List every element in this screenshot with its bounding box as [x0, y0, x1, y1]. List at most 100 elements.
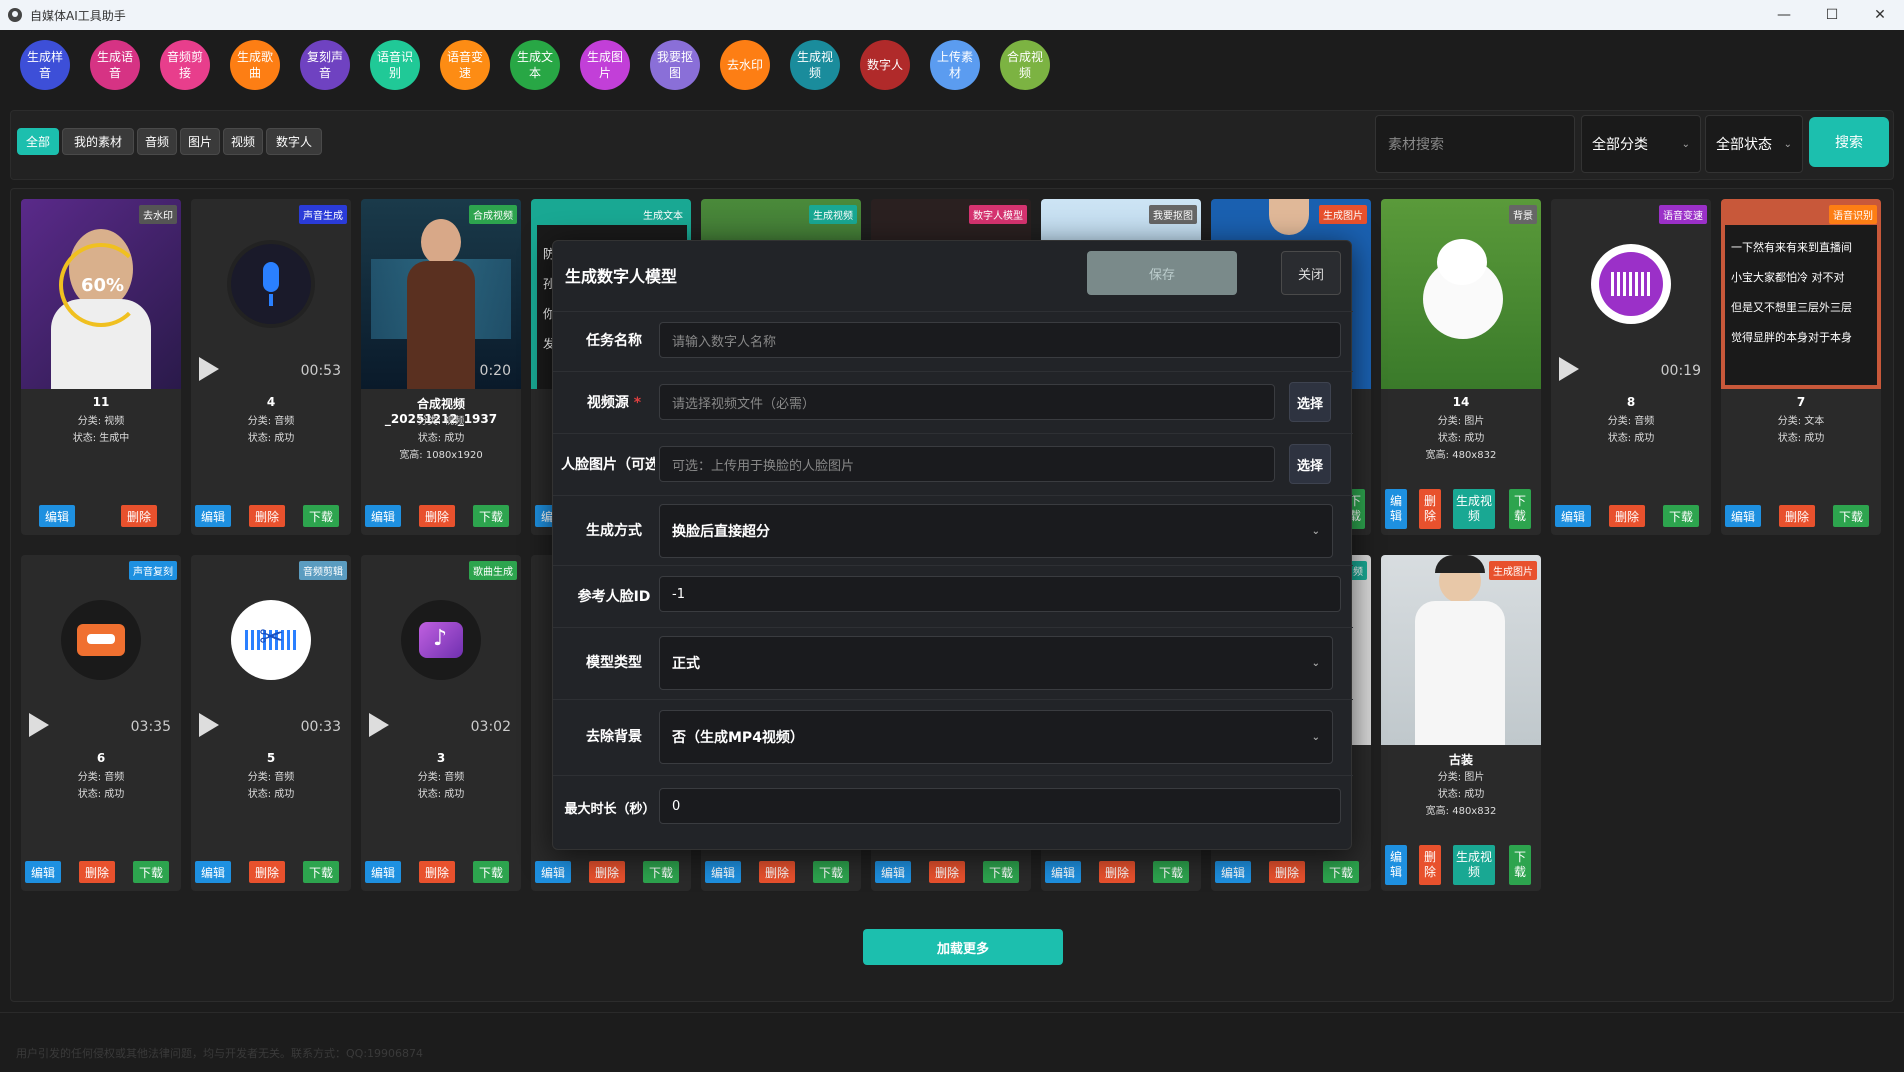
delete-button[interactable]: 删除 — [1419, 845, 1441, 885]
tab-digital-human[interactable]: 数字人 — [266, 128, 322, 155]
generate-video-button[interactable]: 生成视频 — [1453, 489, 1495, 529]
download-button[interactable]: 下载 — [473, 505, 509, 527]
tool-button[interactable]: 上传素材 — [930, 40, 980, 90]
close-window-button[interactable]: ✕ — [1856, 0, 1904, 30]
download-button[interactable]: 下载 — [473, 861, 509, 883]
face-image-pick-button[interactable]: 选择 — [1289, 444, 1331, 484]
play-icon[interactable] — [29, 713, 49, 737]
download-button[interactable]: 下载 — [813, 861, 849, 883]
delete-button[interactable]: 删除 — [1779, 505, 1815, 527]
material-card[interactable]: 声音生成 00:53 4 分类: 音频 状态: 成功 编辑 删除 下载 — [191, 199, 351, 535]
delete-button[interactable]: 删除 — [1419, 489, 1441, 529]
edit-button[interactable]: 编辑 — [39, 505, 75, 527]
download-button[interactable]: 下载 — [1153, 861, 1189, 883]
delete-button[interactable]: 删除 — [79, 861, 115, 883]
play-icon[interactable] — [1559, 357, 1579, 381]
save-button[interactable]: 保存 — [1087, 251, 1237, 295]
delete-button[interactable]: 删除 — [589, 861, 625, 883]
edit-button[interactable]: 编辑 — [365, 861, 401, 883]
material-card[interactable]: 合成视频 0:20 合成视频_20251212_1937 分类: 视频 状态: 成… — [361, 199, 521, 535]
tool-button[interactable]: 复刻声音 — [300, 40, 350, 90]
tab-video[interactable]: 视频 — [223, 128, 263, 155]
delete-button[interactable]: 删除 — [1609, 505, 1645, 527]
download-button[interactable]: 下载 — [303, 505, 339, 527]
edit-button[interactable]: 编辑 — [365, 505, 401, 527]
download-button[interactable]: 下载 — [1663, 505, 1699, 527]
material-card[interactable]: ♪ 歌曲生成 03:02 3 分类: 音频 状态: 成功 编辑 删除 下载 — [361, 555, 521, 891]
edit-button[interactable]: 编辑 — [1555, 505, 1591, 527]
material-card[interactable]: 背景 14 分类: 图片 状态: 成功 宽高: 480x832 编辑 删除 生成视频… — [1381, 199, 1541, 535]
remove-bg-select[interactable]: 否（生成MP4视频） ⌄ — [659, 710, 1333, 764]
task-name-input[interactable]: 请输入数字人名称 — [659, 322, 1341, 358]
edit-button[interactable]: 编辑 — [1045, 861, 1081, 883]
tool-button[interactable]: 语音识别 — [370, 40, 420, 90]
delete-button[interactable]: 删除 — [249, 505, 285, 527]
edit-button[interactable]: 编辑 — [1215, 861, 1251, 883]
generate-video-button[interactable]: 生成视频 — [1453, 845, 1495, 885]
download-button[interactable]: 下载 — [1509, 489, 1531, 529]
material-card[interactable]: 一下然有来有来到直播间 小宝大家都怕冷 对不对 但是又不想里三层外三层 觉得显胖的本身… — [1721, 199, 1881, 535]
download-button[interactable]: 下载 — [133, 861, 169, 883]
max-duration-input[interactable]: 0 — [659, 788, 1341, 824]
minimize-button[interactable]: — — [1760, 0, 1808, 30]
material-card[interactable]: 60% 去水印 11 分类: 视频 状态: 生成中 编辑 删除 — [21, 199, 181, 535]
tab-my-materials[interactable]: 我的素材 — [62, 128, 134, 155]
download-button[interactable]: 下载 — [1323, 861, 1359, 883]
delete-button[interactable]: 删除 — [759, 861, 795, 883]
delete-button[interactable]: 删除 — [929, 861, 965, 883]
download-button[interactable]: 下载 — [983, 861, 1019, 883]
edit-button[interactable]: 编辑 — [705, 861, 741, 883]
tool-button[interactable]: 数字人 — [860, 40, 910, 90]
edit-button[interactable]: 编辑 — [875, 861, 911, 883]
status-select[interactable]: 全部状态 ⌄ — [1705, 115, 1803, 173]
category-select[interactable]: 全部分类 ⌄ — [1581, 115, 1701, 173]
delete-button[interactable]: 删除 — [419, 861, 455, 883]
tool-button[interactable]: 生成样音 — [20, 40, 70, 90]
tool-button[interactable]: 生成视频 — [790, 40, 840, 90]
search-button[interactable]: 搜索 — [1809, 117, 1889, 167]
tab-image[interactable]: 图片 — [180, 128, 220, 155]
download-button[interactable]: 下载 — [643, 861, 679, 883]
play-icon[interactable] — [199, 713, 219, 737]
tab-audio[interactable]: 音频 — [137, 128, 177, 155]
gen-mode-select[interactable]: 换脸后直接超分 ⌄ — [659, 504, 1333, 558]
face-image-input[interactable]: 可选：上传用于换脸的人脸图片 — [659, 446, 1275, 482]
video-source-input[interactable]: 请选择视频文件（必需） — [659, 384, 1275, 420]
download-button[interactable]: 下载 — [303, 861, 339, 883]
tool-button[interactable]: 合成视频 — [1000, 40, 1050, 90]
download-button[interactable]: 下载 — [1509, 845, 1531, 885]
play-icon[interactable] — [199, 357, 219, 381]
tab-all[interactable]: 全部 — [17, 128, 59, 155]
play-icon[interactable] — [369, 713, 389, 737]
model-type-select[interactable]: 正式 ⌄ — [659, 636, 1333, 690]
delete-button[interactable]: 删除 — [419, 505, 455, 527]
tool-button[interactable]: 去水印 — [720, 40, 770, 90]
tool-button[interactable]: 生成歌曲 — [230, 40, 280, 90]
delete-button[interactable]: 删除 — [1099, 861, 1135, 883]
tool-button[interactable]: 我要抠图 — [650, 40, 700, 90]
delete-button[interactable]: 删除 — [1269, 861, 1305, 883]
maximize-button[interactable]: ☐ — [1808, 0, 1856, 30]
material-card[interactable]: 语音变速 00:19 8 分类: 音频 状态: 成功 编辑 删除 下载 — [1551, 199, 1711, 535]
edit-button[interactable]: 编辑 — [1725, 505, 1761, 527]
close-modal-button[interactable]: 关闭 — [1281, 251, 1341, 295]
edit-button[interactable]: 编辑 — [535, 861, 571, 883]
edit-button[interactable]: 编辑 — [195, 861, 231, 883]
ref-face-id-input[interactable]: -1 — [659, 576, 1341, 612]
edit-button[interactable]: 编辑 — [25, 861, 61, 883]
video-source-pick-button[interactable]: 选择 — [1289, 382, 1331, 422]
edit-button[interactable]: 编辑 — [1385, 489, 1407, 529]
edit-button[interactable]: 编辑 — [1385, 845, 1407, 885]
search-input[interactable]: 素材搜索 — [1375, 115, 1575, 173]
tool-button[interactable]: 生成文本 — [510, 40, 560, 90]
edit-button[interactable]: 编辑 — [195, 505, 231, 527]
material-card[interactable]: 生成图片 古装 分类: 图片 状态: 成功 宽高: 480x832 编辑 删除 生成… — [1381, 555, 1541, 891]
delete-button[interactable]: 删除 — [121, 505, 157, 527]
material-card[interactable]: 声音复刻 03:35 6 分类: 音频 状态: 成功 编辑 删除 下载 — [21, 555, 181, 891]
load-more-button[interactable]: 加载更多 — [863, 929, 1063, 965]
download-button[interactable]: 下载 — [1833, 505, 1869, 527]
delete-button[interactable]: 删除 — [249, 861, 285, 883]
tool-button[interactable]: 音频剪接 — [160, 40, 210, 90]
material-card[interactable]: ✂ 音频剪辑 00:33 5 分类: 音频 状态: 成功 编辑 删除 下载 — [191, 555, 351, 891]
tool-button[interactable]: 生成语音 — [90, 40, 140, 90]
